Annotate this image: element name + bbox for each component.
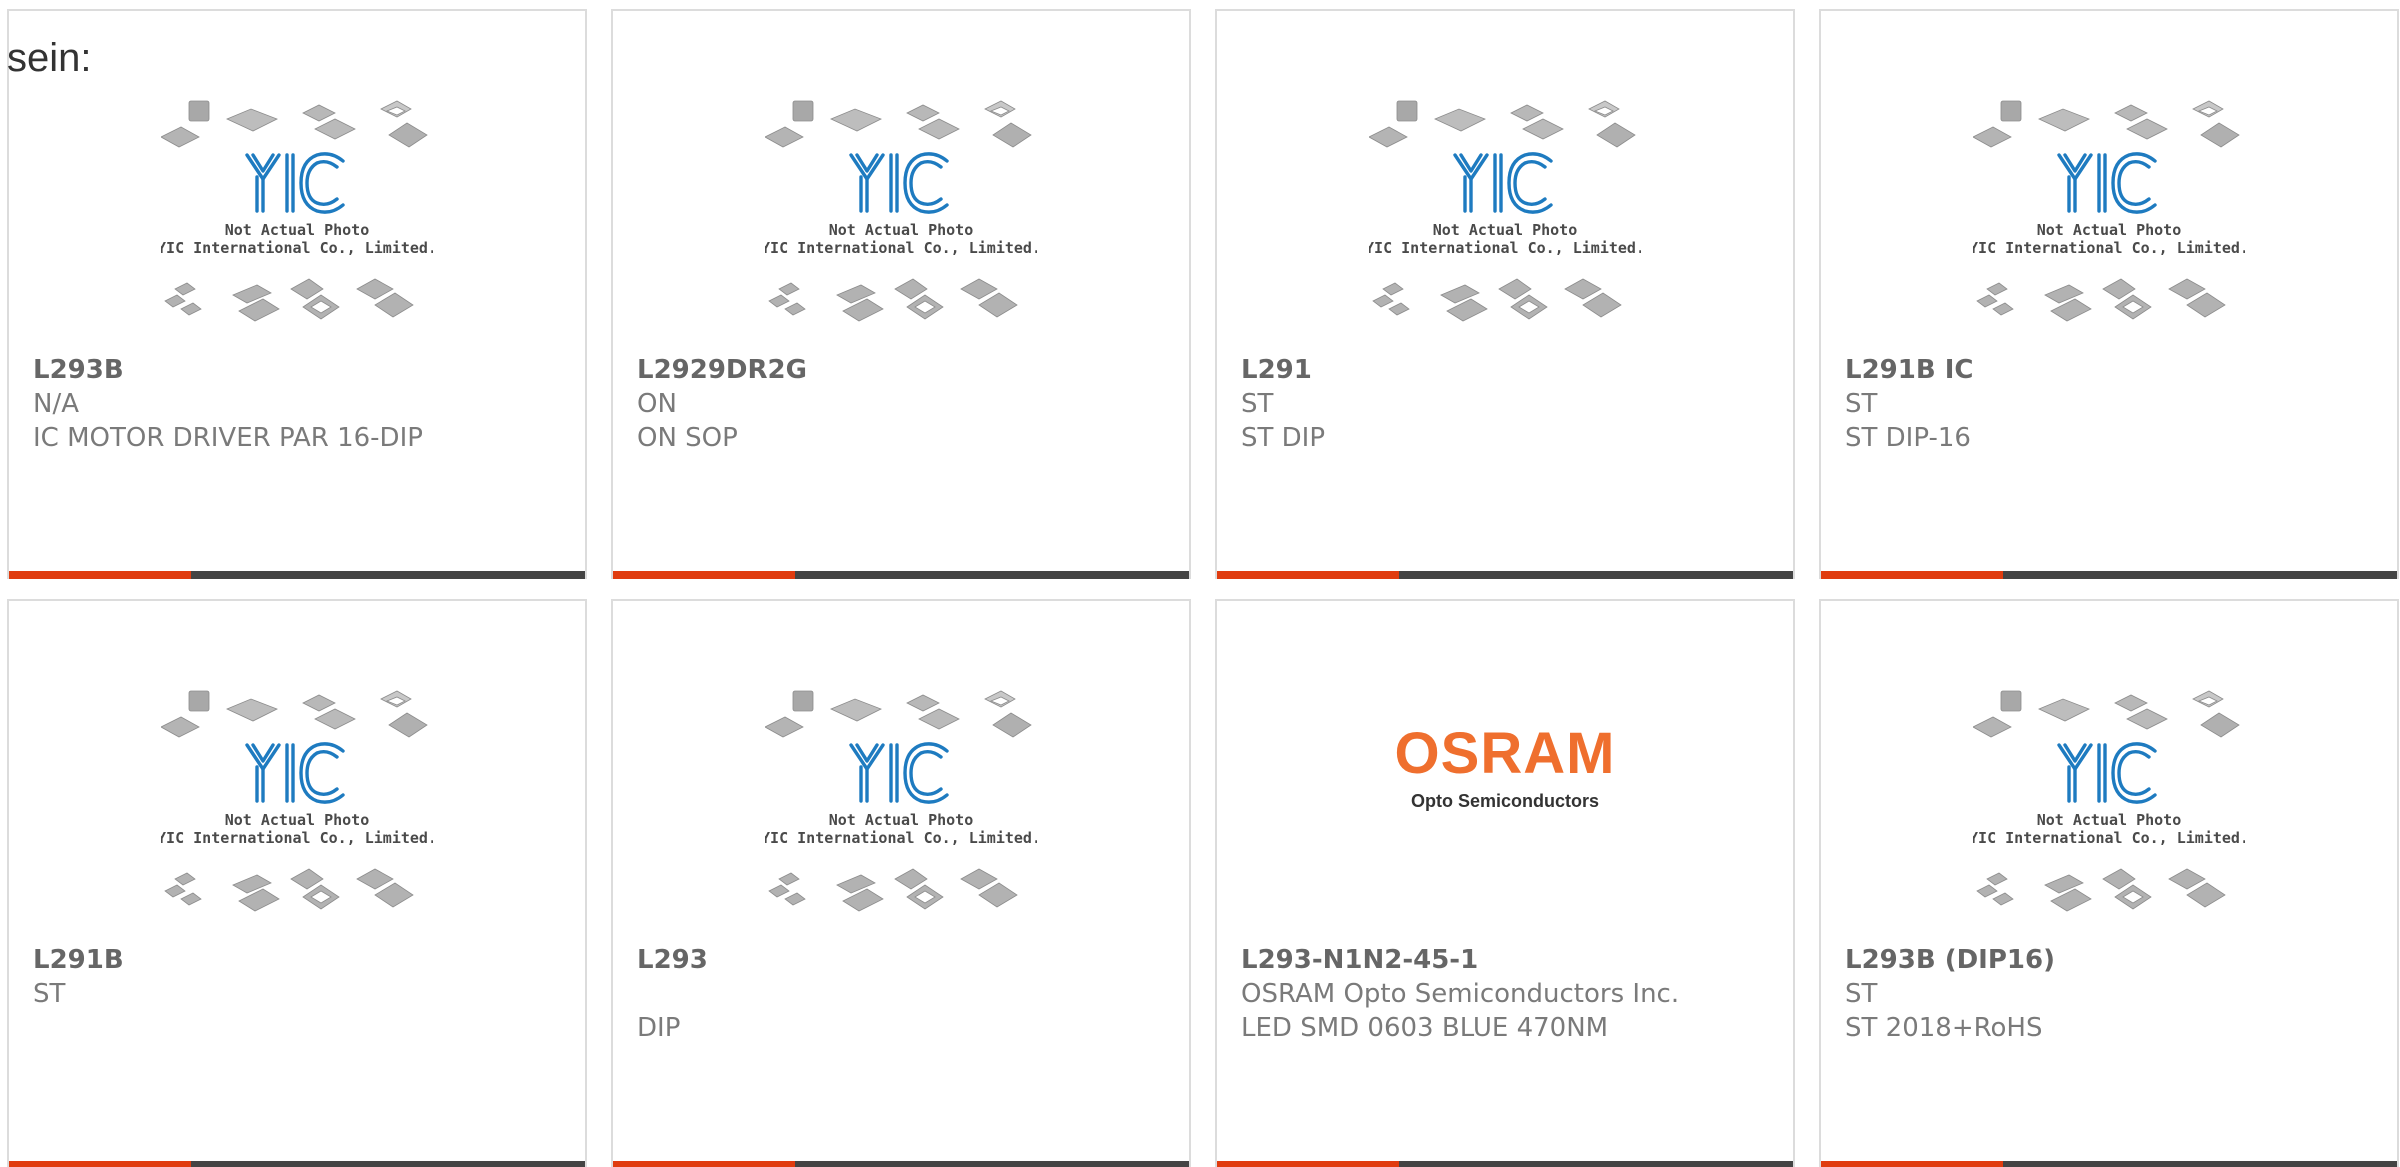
manufacturer: OSRAM Opto Semiconductors Inc. <box>1241 979 1680 1009</box>
placeholder-caption-line1: Not Actual Photo <box>225 221 370 239</box>
placeholder-caption-line1: Not Actual Photo <box>829 221 974 239</box>
product-info: L293B N/A IC MOTOR DRIVER PAR 16-DIP <box>33 353 569 455</box>
description: LED SMD 0603 BLUE 470NM <box>1241 1013 1609 1043</box>
part-number[interactable]: L293B (DIP16) <box>1845 943 2381 977</box>
manufacturer: ON <box>637 389 677 419</box>
product-card[interactable]: OSRAM Opto Semiconductors L293-N1N2-45-1… <box>1215 599 1795 1167</box>
product-card[interactable]: Not Actual Photo YIC International Co., … <box>1819 599 2399 1167</box>
placeholder-caption-line1: Not Actual Photo <box>225 811 370 829</box>
placeholder-caption-line2: YIC International Co., Limited. <box>161 829 433 847</box>
product-card[interactable]: Not Actual Photo YIC International Co., … <box>611 599 1191 1167</box>
part-number[interactable]: L293-N1N2-45-1 <box>1241 943 1777 977</box>
product-image-placeholder: Not Actual Photo YIC International Co., … <box>613 99 1189 351</box>
card-bottom-bar <box>613 1161 1189 1167</box>
part-number[interactable]: L291 <box>1241 353 1777 387</box>
product-info: L2929DR2G ON ON SOP <box>637 353 1173 455</box>
card-bottom-bar <box>9 571 585 579</box>
card-accent-bar <box>1217 1161 1399 1167</box>
product-image-placeholder: Not Actual Photo YIC International Co., … <box>613 689 1189 941</box>
card-accent-bar <box>1821 1161 2003 1167</box>
product-info: L291 ST ST DIP <box>1241 353 1777 455</box>
part-number[interactable]: L293B <box>33 353 569 387</box>
card-accent-bar <box>9 571 191 579</box>
description: ST DIP <box>1241 423 1326 453</box>
placeholder-caption-line1: Not Actual Photo <box>1433 221 1578 239</box>
manufacturer: ST <box>1845 389 1878 419</box>
page: sein: Not Actual Photo YIC International… <box>0 0 2400 1167</box>
placeholder-caption-line2: YIC International Co., Limited. <box>1369 239 1641 257</box>
description: ST 2018+RoHS <box>1845 1013 2043 1043</box>
card-bottom-bar <box>1821 1161 2397 1167</box>
part-number[interactable]: L2929DR2G <box>637 353 1173 387</box>
product-info: L293 DIP <box>637 943 1173 1045</box>
card-bottom-bar <box>613 571 1189 579</box>
product-info: L293B (DIP16) ST ST 2018+RoHS <box>1845 943 2381 1045</box>
product-card[interactable]: Not Actual Photo YIC International Co., … <box>7 599 587 1167</box>
placeholder-caption-line2: YIC International Co., Limited. <box>1973 239 2245 257</box>
card-bottom-bar <box>9 1161 585 1167</box>
placeholder-caption-line2: YIC International Co., Limited. <box>1973 829 2245 847</box>
product-info: L291B ST <box>33 943 569 1045</box>
product-card[interactable]: Not Actual Photo YIC International Co., … <box>1215 9 1795 579</box>
manufacturer: ST <box>33 979 66 1009</box>
card-accent-bar <box>1217 571 1399 579</box>
placeholder-caption-line1: Not Actual Photo <box>829 811 974 829</box>
description: ST DIP-16 <box>1845 423 1971 453</box>
product-image-placeholder: Not Actual Photo YIC International Co., … <box>1821 99 2397 351</box>
card-bottom-bar <box>1821 571 2397 579</box>
product-card[interactable]: Not Actual Photo YIC International Co., … <box>611 9 1191 579</box>
card-accent-bar <box>1821 571 2003 579</box>
product-card[interactable]: Not Actual Photo YIC International Co., … <box>7 9 587 579</box>
manufacturer <box>637 977 1173 1011</box>
placeholder-caption-line2: YIC International Co., Limited. <box>161 239 433 257</box>
card-accent-bar <box>613 571 795 579</box>
manufacturer: ST <box>1845 979 1878 1009</box>
product-image-placeholder: Not Actual Photo YIC International Co., … <box>9 689 585 941</box>
manufacturer-logo: OSRAM Opto Semiconductors <box>1217 725 1793 812</box>
description: IC MOTOR DRIVER PAR 16-DIP <box>33 423 423 453</box>
product-image-placeholder: Not Actual Photo YIC International Co., … <box>9 99 585 351</box>
product-info: L291B IC ST ST DIP-16 <box>1845 353 2381 455</box>
part-number[interactable]: L293 <box>637 943 1173 977</box>
osram-logo-title: OSRAM <box>1394 721 1616 786</box>
manufacturer: ST <box>1241 389 1274 419</box>
description: ON SOP <box>637 423 738 453</box>
product-info: L293-N1N2-45-1 OSRAM Opto Semiconductors… <box>1241 943 1777 1045</box>
placeholder-caption-line1: Not Actual Photo <box>2037 811 2182 829</box>
description <box>33 1011 569 1045</box>
manufacturer: N/A <box>33 389 79 419</box>
card-accent-bar <box>613 1161 795 1167</box>
placeholder-caption-line1: Not Actual Photo <box>2037 221 2182 239</box>
osram-logo-subtitle: Opto Semiconductors <box>1410 791 1599 811</box>
placeholder-caption-line2: YIC International Co., Limited. <box>765 239 1037 257</box>
part-number[interactable]: L291B <box>33 943 569 977</box>
description: DIP <box>637 1013 681 1043</box>
part-number[interactable]: L291B IC <box>1845 353 2381 387</box>
card-bottom-bar <box>1217 1161 1793 1167</box>
card-accent-bar <box>9 1161 191 1167</box>
card-bottom-bar <box>1217 571 1793 579</box>
product-card[interactable]: Not Actual Photo YIC International Co., … <box>1819 9 2399 579</box>
intro-text: sein: <box>7 36 92 80</box>
product-grid: Not Actual Photo YIC International Co., … <box>7 9 2399 1167</box>
product-image-placeholder: Not Actual Photo YIC International Co., … <box>1217 99 1793 351</box>
placeholder-caption-line2: YIC International Co., Limited. <box>765 829 1037 847</box>
product-image-placeholder: Not Actual Photo YIC International Co., … <box>1821 689 2397 941</box>
